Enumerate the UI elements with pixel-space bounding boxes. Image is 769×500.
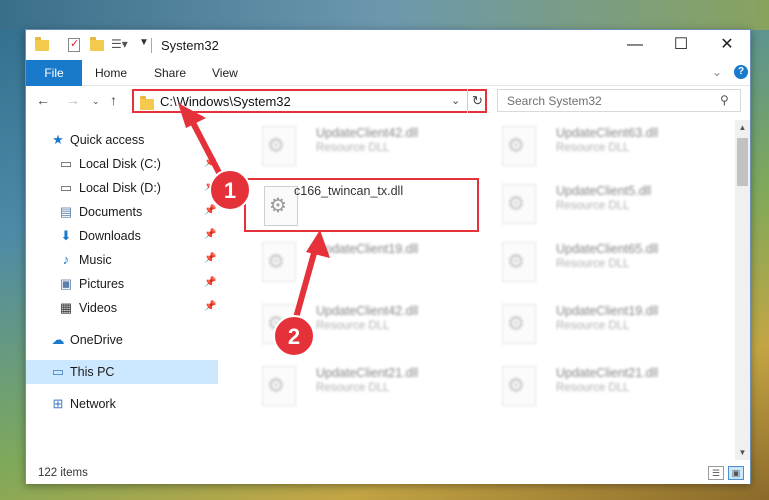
file-item[interactable]: UpdateClient21.dll Resource DLL <box>484 360 719 414</box>
scroll-thumb[interactable] <box>737 138 748 186</box>
folder-icon <box>140 96 154 110</box>
sidebar-item-local-disk-c[interactable]: ▭ Local Disk (C:) 📌 <box>26 152 218 176</box>
minimize-button[interactable]: — <box>612 30 658 60</box>
file-list: UpdateClient42.dll Resource DLL c166_twi… <box>244 120 734 460</box>
address-bar[interactable]: C:\Windows\System32 ⌄ ↻ <box>132 89 487 113</box>
sidebar-item-pictures[interactable]: ▣ Pictures 📌 <box>26 272 218 296</box>
drive-icon: ▭ <box>59 180 73 195</box>
desktop-background <box>0 0 769 30</box>
dll-file-icon <box>502 242 536 282</box>
file-item[interactable]: UpdateClient19.dll <box>244 236 479 290</box>
dll-file-icon <box>264 186 298 226</box>
title-separator <box>151 38 152 53</box>
ribbon: File Home Share View ⌄ ? <box>26 60 750 86</box>
customize-toolbar-icon[interactable]: ☰▾ <box>111 37 128 53</box>
scroll-up-icon[interactable]: ▲ <box>735 120 750 135</box>
forward-arrow-icon[interactable]: → <box>66 92 80 108</box>
drive-icon: ▭ <box>59 156 73 171</box>
address-path[interactable]: C:\Windows\System32 <box>160 94 291 109</box>
pin-icon[interactable]: 📌 <box>204 277 216 288</box>
file-item[interactable]: UpdateClient63.dll Resource DLL <box>484 120 719 174</box>
pin-icon[interactable]: 📌 <box>204 253 216 264</box>
properties-icon[interactable] <box>68 37 82 53</box>
dll-file-icon <box>262 304 296 344</box>
large-icons-view-icon[interactable]: ▣ <box>728 466 744 480</box>
back-arrow-icon[interactable]: ← <box>36 92 50 108</box>
file-item[interactable]: UpdateClient42.dll Resource DLL <box>244 120 479 174</box>
computer-icon: ▭ <box>51 364 65 379</box>
search-icon[interactable]: ⚲ <box>720 93 729 107</box>
videos-icon: ▦ <box>59 300 73 315</box>
maximize-button[interactable]: ☐ <box>658 30 704 60</box>
file-explorer-window: ☰▾ ▼ System32 — ☐ ✕ File Home Share View… <box>25 29 751 484</box>
file-item[interactable]: UpdateClient19.dll Resource DLL <box>484 298 719 352</box>
sidebar-item-music[interactable]: ♪ Music 📌 <box>26 248 218 272</box>
search-placeholder: Search System32 <box>507 94 602 108</box>
music-icon: ♪ <box>62 252 70 267</box>
close-button[interactable]: ✕ <box>704 30 750 60</box>
tab-file[interactable]: File <box>26 60 82 86</box>
vertical-scrollbar[interactable]: ▲ ▼ <box>735 120 750 460</box>
pin-icon[interactable]: 📌 <box>204 205 216 216</box>
refresh-icon[interactable]: ↻ <box>467 89 487 113</box>
star-icon: ★ <box>52 132 64 147</box>
tab-view[interactable]: View <box>212 60 238 86</box>
details-view-icon[interactable]: ☰ <box>708 466 724 480</box>
pin-icon[interactable]: 📌 <box>204 157 216 168</box>
pictures-icon: ▣ <box>59 276 73 291</box>
sidebar-item-downloads[interactable]: ⬇ Downloads 📌 <box>26 224 218 248</box>
item-count: 122 items <box>38 467 88 479</box>
dll-file-icon <box>262 242 296 282</box>
chevron-down-icon[interactable]: ⌄ <box>451 94 460 107</box>
dll-file-icon <box>502 366 536 406</box>
selected-file-name: c166_twincan_tx.dll <box>294 184 404 198</box>
new-folder-icon[interactable] <box>90 37 104 53</box>
dll-file-icon <box>262 366 296 406</box>
file-item[interactable]: UpdateClient65.dll Resource DLL <box>484 236 719 290</box>
navigation-pane: ★ Quick access ▭ Local Disk (C:) 📌 ▭ Loc… <box>26 120 221 460</box>
dll-file-icon <box>502 126 536 166</box>
help-icon[interactable]: ? <box>734 65 748 79</box>
recent-locations-icon[interactable]: ⌄ <box>92 96 100 107</box>
title-bar: ☰▾ ▼ System32 — ☐ ✕ <box>26 30 750 60</box>
search-input[interactable]: Search System32 ⚲ <box>497 89 741 112</box>
sidebar-item-local-disk-d[interactable]: ▭ Local Disk (D:) 📌 <box>26 176 218 200</box>
file-item[interactable]: UpdateClient42.dll Resource DLL <box>244 298 479 352</box>
dll-file-icon <box>502 304 536 344</box>
expand-ribbon-icon[interactable]: ⌄ <box>712 65 722 79</box>
up-arrow-icon[interactable]: ↑ <box>110 92 117 108</box>
documents-icon: ▤ <box>59 204 73 219</box>
scroll-down-icon[interactable]: ▼ <box>735 445 750 460</box>
download-icon: ⬇ <box>60 228 72 243</box>
dll-file-icon <box>502 184 536 224</box>
folder-icon[interactable] <box>35 37 49 53</box>
sidebar-item-onedrive[interactable]: ☁ OneDrive <box>26 328 218 352</box>
sidebar-item-this-pc[interactable]: ▭ This PC <box>26 360 218 384</box>
window-title: System32 <box>161 38 219 53</box>
sidebar-item-videos[interactable]: ▦ Videos 📌 <box>26 296 218 320</box>
tab-home[interactable]: Home <box>95 60 127 86</box>
status-bar: 122 items ☰ ▣ <box>26 462 750 484</box>
tab-share[interactable]: Share <box>154 60 186 86</box>
sidebar-item-quick-access[interactable]: ★ Quick access <box>26 128 218 152</box>
pin-icon[interactable]: 📌 <box>204 181 216 192</box>
dll-file-icon <box>262 126 296 166</box>
sidebar-item-documents[interactable]: ▤ Documents 📌 <box>26 200 218 224</box>
sidebar-item-network[interactable]: ⊞ Network <box>26 392 218 416</box>
selected-dll-file[interactable]: c166_twincan_tx.dll <box>244 178 479 232</box>
file-item[interactable]: UpdateClient5.dll Resource DLL <box>484 178 719 232</box>
network-icon: ⊞ <box>52 396 64 411</box>
pin-icon[interactable]: 📌 <box>204 229 216 240</box>
navigation-bar: ← → ⌄ ↑ C:\Windows\System32 ⌄ ↻ Search S… <box>26 86 750 116</box>
pin-icon[interactable]: 📌 <box>204 301 216 312</box>
cloud-icon: ☁ <box>51 332 65 347</box>
file-item[interactable]: UpdateClient21.dll Resource DLL <box>244 360 479 414</box>
